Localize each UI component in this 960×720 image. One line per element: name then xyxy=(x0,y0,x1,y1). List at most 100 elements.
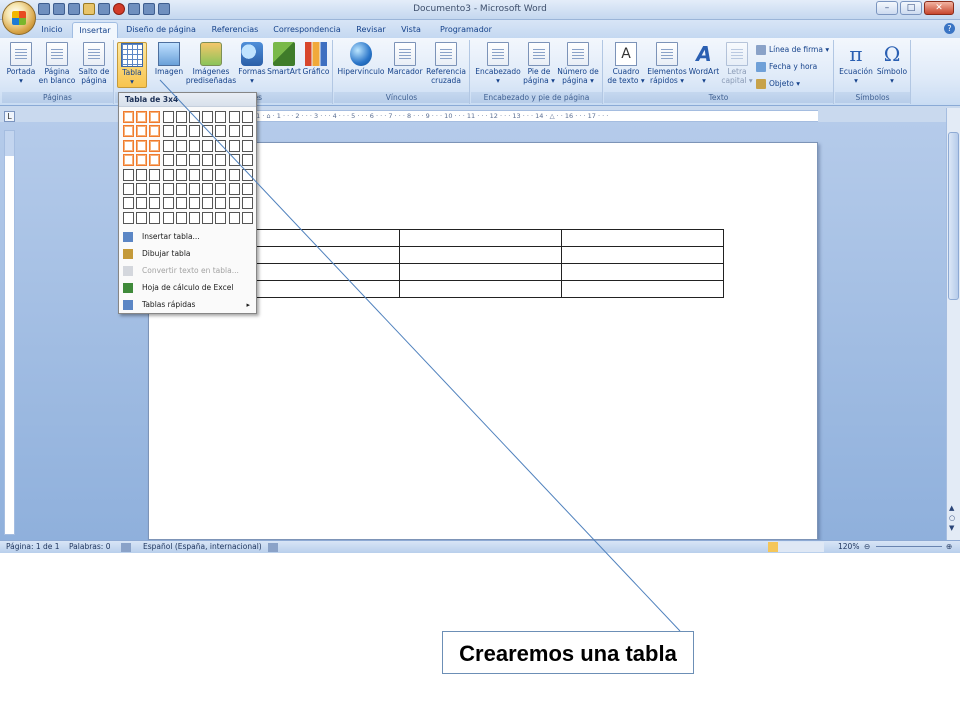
table-size-grid[interactable] xyxy=(122,110,254,225)
table-grid-cell[interactable] xyxy=(241,197,253,210)
tab-inicio[interactable]: Inicio xyxy=(36,22,68,38)
table-grid-cell[interactable] xyxy=(162,139,174,152)
table-cell[interactable] xyxy=(399,280,562,298)
table-grid-cell[interactable] xyxy=(202,125,214,138)
tab-revisar[interactable]: Revisar xyxy=(352,22,390,38)
minimize-button[interactable]: – xyxy=(876,1,898,15)
table-grid-cell[interactable] xyxy=(175,154,187,167)
table-grid-cell[interactable] xyxy=(162,197,174,210)
table-grid-cell[interactable] xyxy=(136,182,148,195)
table-grid-cell[interactable] xyxy=(149,139,161,152)
table-grid-cell[interactable] xyxy=(241,211,253,224)
hipervinculo-button[interactable]: Hipervínculo xyxy=(336,42,386,76)
table-grid-cell[interactable] xyxy=(215,182,227,195)
document-table[interactable] xyxy=(237,229,724,298)
table-grid-cell[interactable] xyxy=(149,182,161,195)
table-grid-cell[interactable] xyxy=(228,154,240,167)
zoom-in-icon[interactable]: ⊕ xyxy=(946,541,952,553)
table-cell[interactable] xyxy=(399,229,562,247)
table-grid-cell[interactable] xyxy=(175,125,187,138)
table-grid-cell[interactable] xyxy=(202,182,214,195)
vertical-scrollbar[interactable]: ▲ ○ ▼ xyxy=(946,108,960,540)
tab-referencias[interactable]: Referencias xyxy=(208,22,262,38)
menu-item-insert-table[interactable]: Insertar tabla... xyxy=(119,229,256,245)
table-grid-cell[interactable] xyxy=(136,125,148,138)
macro-icon[interactable] xyxy=(268,543,278,552)
table-grid-cell[interactable] xyxy=(228,182,240,195)
table-grid-cell[interactable] xyxy=(202,211,214,224)
numero-de-pagina-button[interactable]: Número de página ▾ xyxy=(555,42,601,85)
table-grid-cell[interactable] xyxy=(241,168,253,181)
table-grid-cell[interactable] xyxy=(123,182,134,195)
table-grid-cell[interactable] xyxy=(202,168,214,181)
table-grid-cell[interactable] xyxy=(228,197,240,210)
scroll-browse-object-icon[interactable]: ○ xyxy=(949,514,955,522)
tab-selector[interactable]: L xyxy=(4,111,15,122)
table-grid-cell[interactable] xyxy=(149,154,161,167)
zoom-slider[interactable] xyxy=(876,546,942,547)
table-grid-cell[interactable] xyxy=(202,197,214,210)
linea-de-firma-button[interactable]: Línea de firma ▾ xyxy=(756,43,829,57)
table-grid-cell[interactable] xyxy=(162,125,174,138)
table-cell[interactable] xyxy=(561,246,724,264)
tab-insertar[interactable]: Insertar xyxy=(72,22,118,38)
table-grid-cell[interactable] xyxy=(123,154,134,167)
close-button[interactable]: ✕ xyxy=(924,1,954,15)
table-grid-cell[interactable] xyxy=(215,211,227,224)
language-indicator[interactable]: Español (España, internacional) xyxy=(143,541,262,553)
table-grid-cell[interactable] xyxy=(123,111,134,123)
table-grid-cell[interactable] xyxy=(136,154,148,167)
table-grid-cell[interactable] xyxy=(228,125,240,138)
wordart-button[interactable]: A WordArt ▾ xyxy=(688,42,720,85)
zoom-out-icon[interactable]: ⊖ xyxy=(864,541,870,553)
table-cell[interactable] xyxy=(237,280,400,298)
table-grid-cell[interactable] xyxy=(136,197,148,210)
table-grid-cell[interactable] xyxy=(149,111,161,123)
office-button[interactable] xyxy=(2,1,36,35)
table-grid-cell[interactable] xyxy=(162,182,174,195)
smartart-button[interactable]: SmartArt xyxy=(267,42,301,76)
menu-item-excel-sheet[interactable]: Hoja de cálculo de Excel xyxy=(119,280,256,296)
table-grid-cell[interactable] xyxy=(136,111,148,123)
table-grid-cell[interactable] xyxy=(136,139,148,152)
table-grid-cell[interactable] xyxy=(123,211,134,224)
table-grid-cell[interactable] xyxy=(241,125,253,138)
page-count[interactable]: Página: 1 de 1 xyxy=(6,541,60,553)
table-grid-cell[interactable] xyxy=(228,168,240,181)
table-grid-cell[interactable] xyxy=(215,125,227,138)
table-grid-cell[interactable] xyxy=(202,111,214,123)
tab-programador[interactable]: Programador xyxy=(434,22,498,38)
table-grid-cell[interactable] xyxy=(162,211,174,224)
table-grid-cell[interactable] xyxy=(202,154,214,167)
menu-item-draw-table[interactable]: Dibujar tabla xyxy=(119,246,256,262)
table-cell[interactable] xyxy=(399,263,562,281)
vertical-ruler[interactable] xyxy=(4,130,15,535)
table-grid-cell[interactable] xyxy=(175,211,187,224)
ecuacion-button[interactable]: π Ecuación ▾ xyxy=(837,42,875,85)
table-cell[interactable] xyxy=(237,229,400,247)
help-icon[interactable]: ? xyxy=(944,23,955,34)
table-grid-cell[interactable] xyxy=(188,154,200,167)
table-grid-cell[interactable] xyxy=(241,111,253,123)
table-grid-cell[interactable] xyxy=(123,168,134,181)
table-grid-cell[interactable] xyxy=(188,168,200,181)
table-grid-cell[interactable] xyxy=(162,111,174,123)
table-grid-cell[interactable] xyxy=(202,139,214,152)
table-grid-cell[interactable] xyxy=(215,111,227,123)
table-grid-cell[interactable] xyxy=(149,197,161,210)
marcador-button[interactable]: Marcador xyxy=(386,42,424,76)
imagen-button[interactable]: Imagen xyxy=(151,42,187,76)
table-grid-cell[interactable] xyxy=(162,168,174,181)
scroll-prev-page-icon[interactable]: ▲ xyxy=(949,504,954,512)
maximize-button[interactable]: □ xyxy=(900,1,922,15)
table-grid-cell[interactable] xyxy=(175,111,187,123)
table-grid-cell[interactable] xyxy=(136,211,148,224)
encabezado-button[interactable]: Encabezado ▾ xyxy=(473,42,523,85)
table-cell[interactable] xyxy=(561,280,724,298)
table-grid-cell[interactable] xyxy=(215,168,227,181)
table-grid-cell[interactable] xyxy=(188,197,200,210)
table-grid-cell[interactable] xyxy=(162,154,174,167)
table-grid-cell[interactable] xyxy=(149,168,161,181)
table-grid-cell[interactable] xyxy=(188,125,200,138)
table-grid-cell[interactable] xyxy=(188,211,200,224)
